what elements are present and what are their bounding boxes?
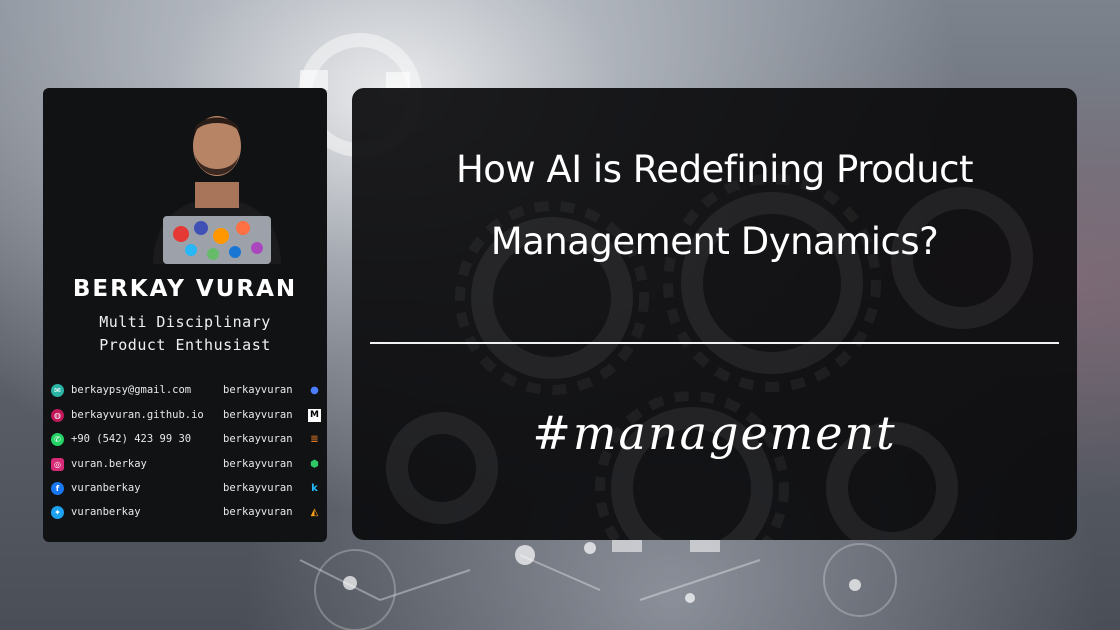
handle-medium[interactable]: berkayvuran M: [223, 406, 321, 424]
headline-line1: How AI is Redefining Product: [455, 148, 974, 191]
contact-email[interactable]: ✉ berkaypsy@gmail.com: [51, 381, 191, 399]
whatsapp-icon: ✆: [51, 432, 64, 446]
leetcode-icon: ◭: [310, 506, 319, 518]
handle-stackoverflow-text: berkayvuran: [223, 433, 293, 445]
handle-hackerrank[interactable]: berkayvuran ⬢: [223, 455, 321, 473]
handle-kaggle[interactable]: berkayvuran k: [223, 479, 321, 497]
profile-name: BERKAY VURAN: [72, 276, 298, 302]
contact-twitter-text: vuranberkay: [71, 506, 141, 518]
handle-stackoverflow[interactable]: berkayvuran ≣: [223, 430, 321, 448]
handle-medium-text: berkayvuran: [223, 409, 293, 421]
title-card: How AI is Redefining Product Management …: [352, 88, 1077, 540]
contact-instagram-text: vuran.berkay: [71, 458, 147, 470]
globe-icon: ◍: [51, 408, 64, 422]
handle-kaggle-text: berkayvuran: [223, 482, 293, 494]
handle-github-text: berkayvuran: [223, 384, 293, 396]
facebook-icon: f: [51, 481, 64, 495]
headline: How AI is Redefining Product Management …: [372, 134, 1057, 278]
hackerrank-icon: ⬢: [310, 458, 319, 470]
contact-phone-text: +90 (542) 423 99 30: [71, 433, 192, 445]
contact-instagram[interactable]: ◎ vuran.berkay: [51, 455, 147, 473]
hashtag: #management: [532, 406, 897, 460]
handle-hackerrank-text: berkayvuran: [223, 458, 293, 470]
contact-twitter[interactable]: ✦ vuranberkay: [51, 503, 141, 521]
contact-facebook-text: vuranberkay: [71, 482, 141, 494]
profile-role-line1: Multi Disciplinary: [99, 313, 271, 331]
kaggle-icon: k: [311, 482, 318, 494]
instagram-icon: ◎: [51, 457, 64, 471]
headline-line2: Management Dynamics?: [490, 220, 939, 263]
divider: [370, 342, 1059, 344]
contact-website-text: berkayvuran.github.io: [71, 409, 204, 421]
handle-leetcode[interactable]: berkayvuran ◭: [223, 503, 321, 521]
medium-icon: M: [308, 408, 321, 422]
contact-phone[interactable]: ✆ +90 (542) 423 99 30: [51, 430, 191, 448]
profile-role-line2: Product Enthusiast: [99, 336, 271, 354]
avatar: [153, 116, 281, 264]
profile-card: BERKAY VURAN Multi Disciplinary Product …: [43, 88, 327, 542]
contact-website[interactable]: ◍ berkayvuran.github.io: [51, 406, 204, 424]
handle-leetcode-text: berkayvuran: [223, 506, 293, 518]
email-icon: ✉: [51, 383, 64, 397]
github-icon: ●: [310, 384, 319, 396]
contact-facebook[interactable]: f vuranberkay: [51, 479, 141, 497]
handle-github[interactable]: berkayvuran ●: [223, 381, 321, 399]
stackoverflow-icon: ≣: [310, 433, 319, 445]
contact-email-text: berkaypsy@gmail.com: [71, 384, 192, 396]
twitter-icon: ✦: [51, 505, 64, 519]
